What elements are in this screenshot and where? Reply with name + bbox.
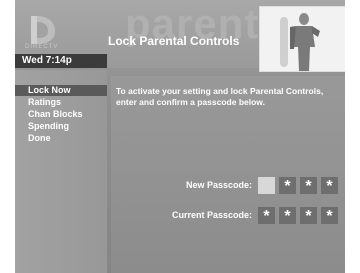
clock-text: Wed 7:14p — [22, 55, 72, 66]
current-passcode-label: Current Passcode: — [171, 210, 252, 220]
header: DIRECTV parental Lock Parental Controls … — [15, 0, 345, 72]
sidebar-item-chan-blocks[interactable]: Chan Blocks — [15, 109, 107, 120]
page-title: Lock Parental Controls — [108, 34, 240, 48]
sidebar-item-done[interactable]: Done — [15, 133, 107, 144]
new-passcode-digit-2[interactable]: * — [279, 177, 296, 195]
new-passcode-digit-4[interactable]: * — [321, 177, 338, 195]
current-passcode-digit-2[interactable]: * — [279, 207, 296, 225]
new-passcode-digit-3[interactable]: * — [300, 177, 317, 195]
person-photo-icon — [280, 13, 320, 71]
new-passcode-label: New Passcode: — [185, 180, 252, 190]
sidebar-menu: Lock Now Ratings Chan Blocks Spending Do… — [15, 70, 107, 273]
sidebar-item-label: Chan Blocks — [28, 109, 83, 119]
sidebar-item-label: Spending — [28, 121, 69, 131]
sidebar-item-ratings[interactable]: Ratings — [15, 97, 107, 108]
sidebar-item-lock-now[interactable]: Lock Now — [15, 85, 107, 96]
brand-name: DIRECTV — [25, 44, 59, 50]
current-passcode-digit-4[interactable]: * — [321, 207, 338, 225]
sidebar-item-spending[interactable]: Spending — [15, 121, 107, 132]
date-time-bar: Wed 7:14p — [15, 54, 107, 68]
promo-photo — [259, 6, 345, 72]
current-passcode-digit-1[interactable]: * — [258, 207, 275, 225]
screen: DIRECTV parental Lock Parental Controls … — [15, 0, 345, 273]
instructions-text: To activate your setting and lock Parent… — [116, 86, 324, 107]
main-panel: To activate your setting and lock Parent… — [111, 76, 345, 273]
current-passcode-digit-3[interactable]: * — [300, 207, 317, 225]
sidebar-item-label: Ratings — [28, 97, 62, 107]
sidebar-item-label: Lock Now — [28, 85, 71, 95]
new-passcode-digit-1[interactable] — [258, 177, 275, 194]
sidebar-item-label: Done — [28, 133, 51, 143]
